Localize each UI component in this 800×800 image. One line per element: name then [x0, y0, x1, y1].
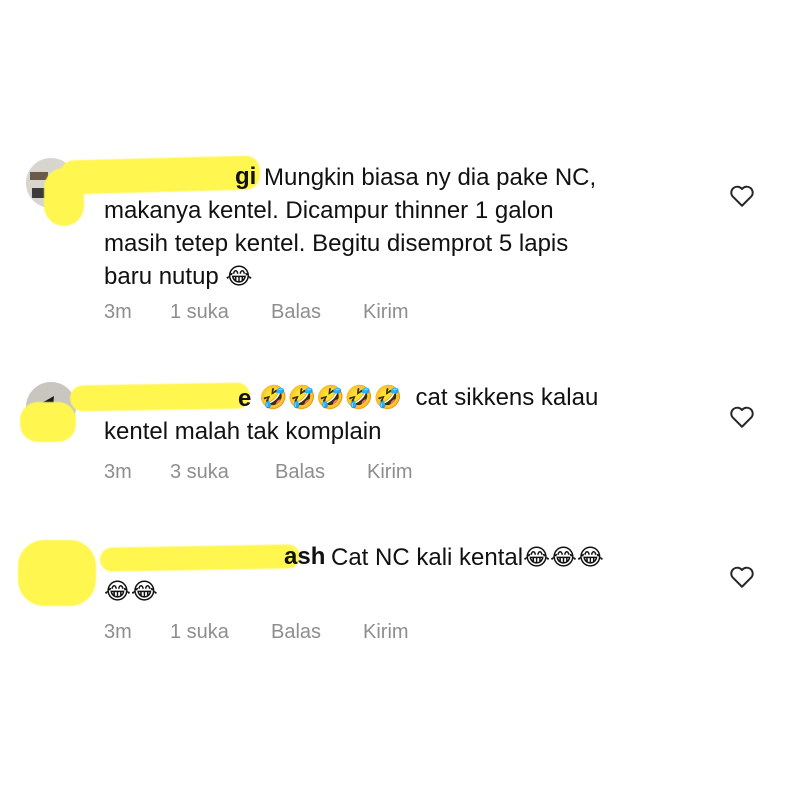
like-count[interactable]: 3 suka [170, 461, 229, 484]
heart-outline-icon[interactable] [729, 405, 755, 429]
timestamp: 3m [104, 461, 132, 483]
reply-button[interactable]: Balas [275, 461, 325, 484]
comment-line-1-text: Cat NC kali kental [331, 544, 524, 571]
comment-line-1-text: cat sikkens kalau [415, 384, 599, 411]
comment-text: 🤣🤣🤣🤣🤣 cat sikkens kalau kentel malah tak… [104, 381, 598, 448]
send-button[interactable]: Kirim [363, 621, 409, 644]
comment-line-1: Cat NC kali kental😂😂😂 [104, 541, 604, 575]
timestamp: 3m [104, 301, 132, 323]
comment-line-2: 😂😂 [104, 575, 604, 609]
comment-text: Mungkin biasa ny dia pake NC, makanya ke… [104, 161, 596, 294]
comment-line-3: masih tetep kentel. Begitu disemprot 5 l… [104, 230, 569, 257]
comment-line-1: 🤣🤣🤣🤣🤣 cat sikkens kalau [104, 381, 598, 415]
comment-line-1: Mungkin biasa ny dia pake NC, [264, 164, 597, 191]
laughing-emoji-icon: 😂 [225, 264, 253, 290]
heart-outline-icon[interactable] [729, 184, 755, 208]
avatar-redaction [44, 168, 84, 226]
reply-button[interactable]: Balas [271, 301, 321, 324]
like-count[interactable]: 1 suka [170, 301, 229, 324]
avatar-redaction [18, 540, 96, 606]
laughing-emoji-icon: 😂😂 [104, 579, 158, 605]
timestamp: 3m [104, 621, 132, 643]
heart-outline-icon[interactable] [729, 565, 755, 589]
comment-line-2: kentel malah tak komplain [104, 418, 382, 445]
comment-line-4: baru nutup 😂 [104, 260, 596, 294]
send-button[interactable]: Kirim [367, 461, 413, 484]
laughing-emoji-icon: 😂😂😂 [523, 545, 604, 571]
like-count[interactable]: 1 suka [170, 621, 229, 644]
reply-button[interactable]: Balas [271, 621, 321, 644]
send-button[interactable]: Kirim [363, 301, 409, 324]
rofl-emoji-icon: 🤣🤣🤣🤣🤣 [259, 385, 403, 411]
avatar-redaction [20, 402, 76, 442]
comment-text: Cat NC kali kental😂😂😂 😂😂 [104, 541, 604, 609]
comment-line-2: makanya kentel. Dicampur thinner 1 galon [104, 197, 554, 224]
comment-line-4-text: baru nutup [104, 263, 219, 290]
